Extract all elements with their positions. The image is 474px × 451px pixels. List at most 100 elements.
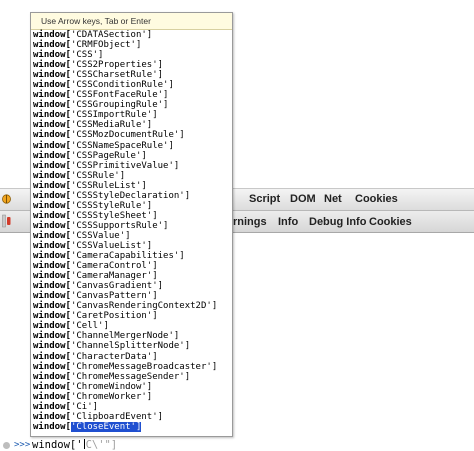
autocomplete-item-label: 'CloseEvent'] bbox=[70, 421, 142, 432]
autocomplete-item-label: 'CSS'] bbox=[70, 50, 104, 61]
autocomplete-item[interactable]: window['ChannelMergerNode'] bbox=[31, 331, 232, 341]
autocomplete-item-label: 'CSSConditionRule'] bbox=[70, 80, 174, 91]
filter-info[interactable]: Info bbox=[278, 216, 298, 228]
autocomplete-item[interactable]: window['CSSRule'] bbox=[31, 171, 232, 181]
autocomplete-item[interactable]: window['Cell'] bbox=[31, 321, 232, 331]
command-completion-hint: C\'"] bbox=[85, 439, 118, 451]
autocomplete-item[interactable]: window['ChromeWindow'] bbox=[31, 382, 232, 392]
autocomplete-item-label: 'ChromeMessageBroadcaster'] bbox=[70, 361, 218, 372]
autocomplete-item[interactable]: window['ChromeWorker'] bbox=[31, 392, 232, 402]
autocomplete-item[interactable]: window['CSSFontFaceRule'] bbox=[31, 90, 232, 100]
autocomplete-item-label: 'CSSNameSpaceRule'] bbox=[70, 140, 174, 151]
autocomplete-item-prefix: window[ bbox=[33, 40, 71, 51]
autocomplete-item-label: 'CameraManager'] bbox=[70, 271, 158, 282]
autocomplete-item[interactable]: window['CanvasGradient'] bbox=[31, 281, 232, 291]
autocomplete-item[interactable]: window['CanvasPattern'] bbox=[31, 291, 232, 301]
autocomplete-item-label: 'CaretPosition'] bbox=[70, 311, 158, 322]
autocomplete-item[interactable]: window['ChannelSplitterNode'] bbox=[31, 341, 232, 351]
autocomplete-item[interactable]: window['CSSCharsetRule'] bbox=[31, 70, 232, 80]
autocomplete-item[interactable]: window['CameraControl'] bbox=[31, 261, 232, 271]
autocomplete-item-prefix: window[ bbox=[33, 251, 71, 262]
autocomplete-item-label: 'Cell'] bbox=[70, 321, 109, 332]
autocomplete-item[interactable]: window['CSSStyleSheet'] bbox=[31, 211, 232, 221]
autocomplete-item-label: 'ChannelMergerNode'] bbox=[70, 331, 180, 342]
autocomplete-item-label: 'CSSMediaRule'] bbox=[70, 120, 153, 131]
tab-net[interactable]: Net bbox=[324, 193, 342, 205]
autocomplete-item-prefix: window[ bbox=[33, 291, 71, 302]
autocomplete-item[interactable]: window['CSSPageRule'] bbox=[31, 151, 232, 161]
autocomplete-item-prefix: window[ bbox=[33, 230, 71, 241]
autocomplete-item[interactable]: window['CSSValueList'] bbox=[31, 241, 232, 251]
autocomplete-item-label: 'ChromeMessageSender'] bbox=[70, 371, 191, 382]
autocomplete-item-label: 'ClipboardEvent'] bbox=[70, 411, 164, 422]
autocomplete-item[interactable]: window['CSSConditionRule'] bbox=[31, 80, 232, 90]
autocomplete-item-prefix: window[ bbox=[33, 391, 71, 402]
autocomplete-item-label: 'CSS2Properties'] bbox=[70, 60, 164, 71]
filter-cookies[interactable]: Cookies bbox=[369, 216, 412, 228]
autocomplete-item-label: 'CSSStyleRule'] bbox=[70, 200, 153, 211]
autocomplete-item[interactable]: window['CharacterData'] bbox=[31, 352, 232, 362]
autocomplete-item-prefix: window[ bbox=[33, 160, 71, 171]
tab-script[interactable]: Script bbox=[249, 193, 280, 205]
autocomplete-item-label: 'CSSValue'] bbox=[70, 230, 131, 241]
autocomplete-item[interactable]: window['CSSStyleDeclaration'] bbox=[31, 191, 232, 201]
autocomplete-item-label: 'CameraCapabilities'] bbox=[70, 251, 185, 262]
autocomplete-item-prefix: window[ bbox=[33, 170, 71, 181]
firebug-bug-icon[interactable] bbox=[1, 193, 12, 204]
autocomplete-item-selected[interactable]: window['CloseEvent'] bbox=[31, 421, 232, 432]
autocomplete-item[interactable]: window['CameraCapabilities'] bbox=[31, 251, 232, 261]
autocomplete-item[interactable]: window['CSSMediaRule'] bbox=[31, 120, 232, 130]
autocomplete-item-label: 'CanvasGradient'] bbox=[70, 281, 164, 292]
autocomplete-item[interactable]: window['CSS2Properties'] bbox=[31, 60, 232, 70]
autocomplete-item[interactable]: window['CSSMozDocumentRule'] bbox=[31, 130, 232, 140]
autocomplete-item[interactable]: window['ChromeMessageSender'] bbox=[31, 372, 232, 382]
autocomplete-item[interactable]: window['CRMFObject'] bbox=[31, 40, 232, 50]
autocomplete-item-label: 'ChromeWorker'] bbox=[70, 391, 153, 402]
autocomplete-item-label: 'CanvasRenderingContext2D'] bbox=[70, 301, 218, 312]
autocomplete-item[interactable]: window['CSSSupportsRule'] bbox=[31, 221, 232, 231]
autocomplete-item[interactable]: window['CSSGroupingRule'] bbox=[31, 100, 232, 110]
autocomplete-item-prefix: window[ bbox=[33, 190, 71, 201]
autocomplete-item-label: 'CSSGroupingRule'] bbox=[70, 100, 169, 111]
autocomplete-item[interactable]: window['CSSNameSpaceRule'] bbox=[31, 141, 232, 151]
autocomplete-item[interactable]: window['CSSValue'] bbox=[31, 231, 232, 241]
break-on-error-icon[interactable] bbox=[2, 214, 11, 228]
autocomplete-item[interactable]: window['CSSRuleList'] bbox=[31, 181, 232, 191]
autocomplete-item-prefix: window[ bbox=[33, 341, 71, 352]
autocomplete-item-prefix: window[ bbox=[33, 70, 71, 81]
autocomplete-hint: Use Arrow keys, Tab or Enter bbox=[31, 13, 232, 30]
autocomplete-item-prefix: window[ bbox=[33, 371, 71, 382]
autocomplete-item-prefix: window[ bbox=[33, 50, 71, 61]
autocomplete-item[interactable]: window['CSSImportRule'] bbox=[31, 110, 232, 120]
autocomplete-item-prefix: window[ bbox=[33, 80, 71, 91]
autocomplete-item[interactable]: window['ChromeMessageBroadcaster'] bbox=[31, 362, 232, 372]
autocomplete-item[interactable]: window['CDATASection'] bbox=[31, 30, 232, 40]
text-caret bbox=[83, 439, 85, 449]
autocomplete-item[interactable]: window['CaretPosition'] bbox=[31, 311, 232, 321]
autocomplete-item[interactable]: window['CanvasRenderingContext2D'] bbox=[31, 301, 232, 311]
autocomplete-item[interactable]: window['CSS'] bbox=[31, 50, 232, 60]
autocomplete-item-prefix: window[ bbox=[33, 271, 71, 282]
command-prompt: >>> bbox=[14, 440, 31, 450]
autocomplete-item[interactable]: window['Ci'] bbox=[31, 402, 232, 412]
autocomplete-item-label: 'ChannelSplitterNode'] bbox=[70, 341, 191, 352]
autocomplete-item[interactable]: window['CSSStyleRule'] bbox=[31, 201, 232, 211]
autocomplete-item-prefix: window[ bbox=[33, 90, 71, 101]
filter-warnings[interactable]: rnings bbox=[233, 216, 267, 228]
autocomplete-item[interactable]: window['CSSPrimitiveValue'] bbox=[31, 161, 232, 171]
autocomplete-item[interactable]: window['ClipboardEvent'] bbox=[31, 412, 232, 422]
autocomplete-item-prefix: window[ bbox=[33, 281, 71, 292]
autocomplete-item-prefix: window[ bbox=[33, 130, 71, 141]
autocomplete-item-label: 'CSSPageRule'] bbox=[70, 150, 147, 161]
tab-dom[interactable]: DOM bbox=[290, 193, 316, 205]
autocomplete-item-label: 'CSSImportRule'] bbox=[70, 110, 158, 121]
autocomplete-item-prefix: window[ bbox=[33, 321, 71, 332]
command-line-bullet-icon bbox=[3, 442, 10, 449]
autocomplete-item[interactable]: window['CameraManager'] bbox=[31, 271, 232, 281]
filter-debug-info[interactable]: Debug Info bbox=[309, 216, 366, 228]
tab-cookies[interactable]: Cookies bbox=[355, 193, 398, 205]
autocomplete-item-label: 'CSSCharsetRule'] bbox=[70, 70, 164, 81]
autocomplete-item-label: 'CharacterData'] bbox=[70, 351, 158, 362]
command-line-input[interactable]: window[' C\'"] bbox=[32, 439, 232, 451]
autocomplete-list[interactable]: window['CDATASection'] window['CRMFObject… bbox=[31, 30, 232, 432]
